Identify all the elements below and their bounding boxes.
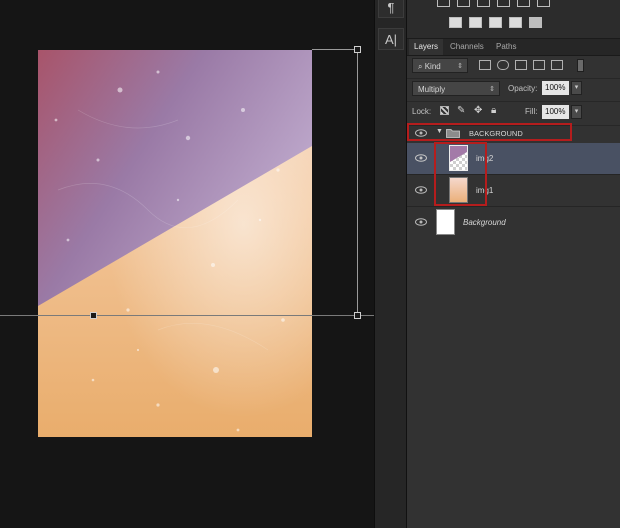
collapsed-panel-dock: ¶ A| bbox=[374, 0, 407, 528]
photo-filter-icon[interactable] bbox=[449, 17, 462, 28]
curves-icon[interactable] bbox=[477, 0, 490, 7]
adjustments-panel bbox=[407, 0, 620, 39]
document-canvas[interactable] bbox=[38, 50, 312, 437]
type-filter-icon[interactable] bbox=[515, 60, 527, 70]
lock-position-icon[interactable]: ✥ bbox=[474, 103, 482, 118]
selective-color-icon[interactable] bbox=[529, 17, 542, 28]
layers-list-empty-area bbox=[407, 238, 620, 528]
layer-thumbnail bbox=[436, 209, 455, 235]
filter-toggle-switch[interactable] bbox=[577, 59, 584, 72]
levels-icon[interactable] bbox=[457, 0, 470, 7]
panel-tabs: Layers Channels Paths bbox=[407, 39, 620, 56]
channel-mixer-icon[interactable] bbox=[469, 17, 482, 28]
horizontal-guide-line[interactable] bbox=[0, 315, 374, 316]
smart-object-filter-icon[interactable] bbox=[551, 60, 563, 70]
fill-input[interactable]: 100% bbox=[542, 105, 569, 119]
threshold-icon[interactable] bbox=[509, 17, 522, 28]
tab-channels[interactable]: Channels bbox=[445, 39, 489, 55]
hue-saturation-icon[interactable] bbox=[537, 0, 550, 7]
transform-bounds-right bbox=[357, 49, 358, 315]
shape-filter-icon[interactable] bbox=[533, 60, 545, 70]
tab-layers[interactable]: Layers bbox=[409, 39, 444, 55]
paragraph-icon: ¶ bbox=[387, 0, 395, 15]
chevron-updown-icon: ⇕ bbox=[489, 86, 495, 93]
transform-handle-bottom-middle[interactable] bbox=[90, 312, 97, 319]
layer-filter-row: ⌕ Kind ⇕ bbox=[407, 56, 620, 79]
layer-background[interactable]: Background bbox=[407, 207, 620, 239]
lock-image-pixels-icon[interactable]: ✎ bbox=[457, 103, 465, 118]
canvas-artwork bbox=[38, 50, 312, 437]
eye-icon[interactable] bbox=[415, 218, 427, 226]
tab-paths[interactable]: Paths bbox=[491, 39, 521, 55]
document-canvas-area[interactable] bbox=[0, 0, 374, 528]
group-highlight-box bbox=[407, 123, 572, 141]
layer-name: Background bbox=[463, 218, 506, 227]
transform-handle-bottom-right[interactable] bbox=[354, 312, 361, 319]
blend-mode-select[interactable]: Multiply ⇕ bbox=[412, 81, 500, 96]
opacity-input[interactable]: 100% bbox=[542, 81, 569, 95]
fill-label: Fill: bbox=[525, 107, 538, 116]
eye-icon[interactable] bbox=[415, 186, 427, 194]
lock-all-icon[interactable]: 🔒︎ bbox=[491, 103, 496, 118]
layers-highlight-box bbox=[434, 142, 487, 206]
paragraph-panel-button[interactable]: ¶ bbox=[378, 0, 404, 18]
opacity-label: Opacity: bbox=[508, 84, 538, 93]
lock-transparent-pixels-icon[interactable] bbox=[440, 106, 449, 115]
vibrance-icon[interactable] bbox=[517, 0, 530, 7]
lock-label: Lock: bbox=[412, 107, 432, 116]
search-icon: ⌕ bbox=[418, 62, 425, 71]
pixel-filter-icon[interactable] bbox=[479, 60, 491, 70]
opacity-dropdown-button[interactable]: ▾ bbox=[571, 81, 582, 95]
fill-dropdown-button[interactable]: ▾ bbox=[571, 105, 582, 119]
adjustment-filter-icon[interactable] bbox=[497, 60, 509, 70]
color-lookup-icon[interactable] bbox=[489, 17, 502, 28]
character-icon: A| bbox=[384, 32, 398, 47]
layers-panel-dock: Layers Channels Paths ⌕ Kind ⇕ Multiply ⇕ … bbox=[406, 0, 620, 528]
blend-opacity-row: Multiply ⇕ Opacity: 100% ▾ bbox=[407, 79, 620, 102]
transform-bounds-top bbox=[312, 49, 357, 50]
chevron-updown-icon: ⇕ bbox=[457, 63, 463, 70]
brightness-contrast-icon[interactable] bbox=[437, 0, 450, 7]
transform-handle-top-right[interactable] bbox=[354, 46, 361, 53]
eye-icon[interactable] bbox=[415, 154, 427, 162]
character-panel-button[interactable]: A| bbox=[378, 28, 404, 50]
layer-filter-kind-select[interactable]: ⌕ Kind ⇕ bbox=[412, 58, 468, 73]
exposure-icon[interactable] bbox=[497, 0, 510, 7]
